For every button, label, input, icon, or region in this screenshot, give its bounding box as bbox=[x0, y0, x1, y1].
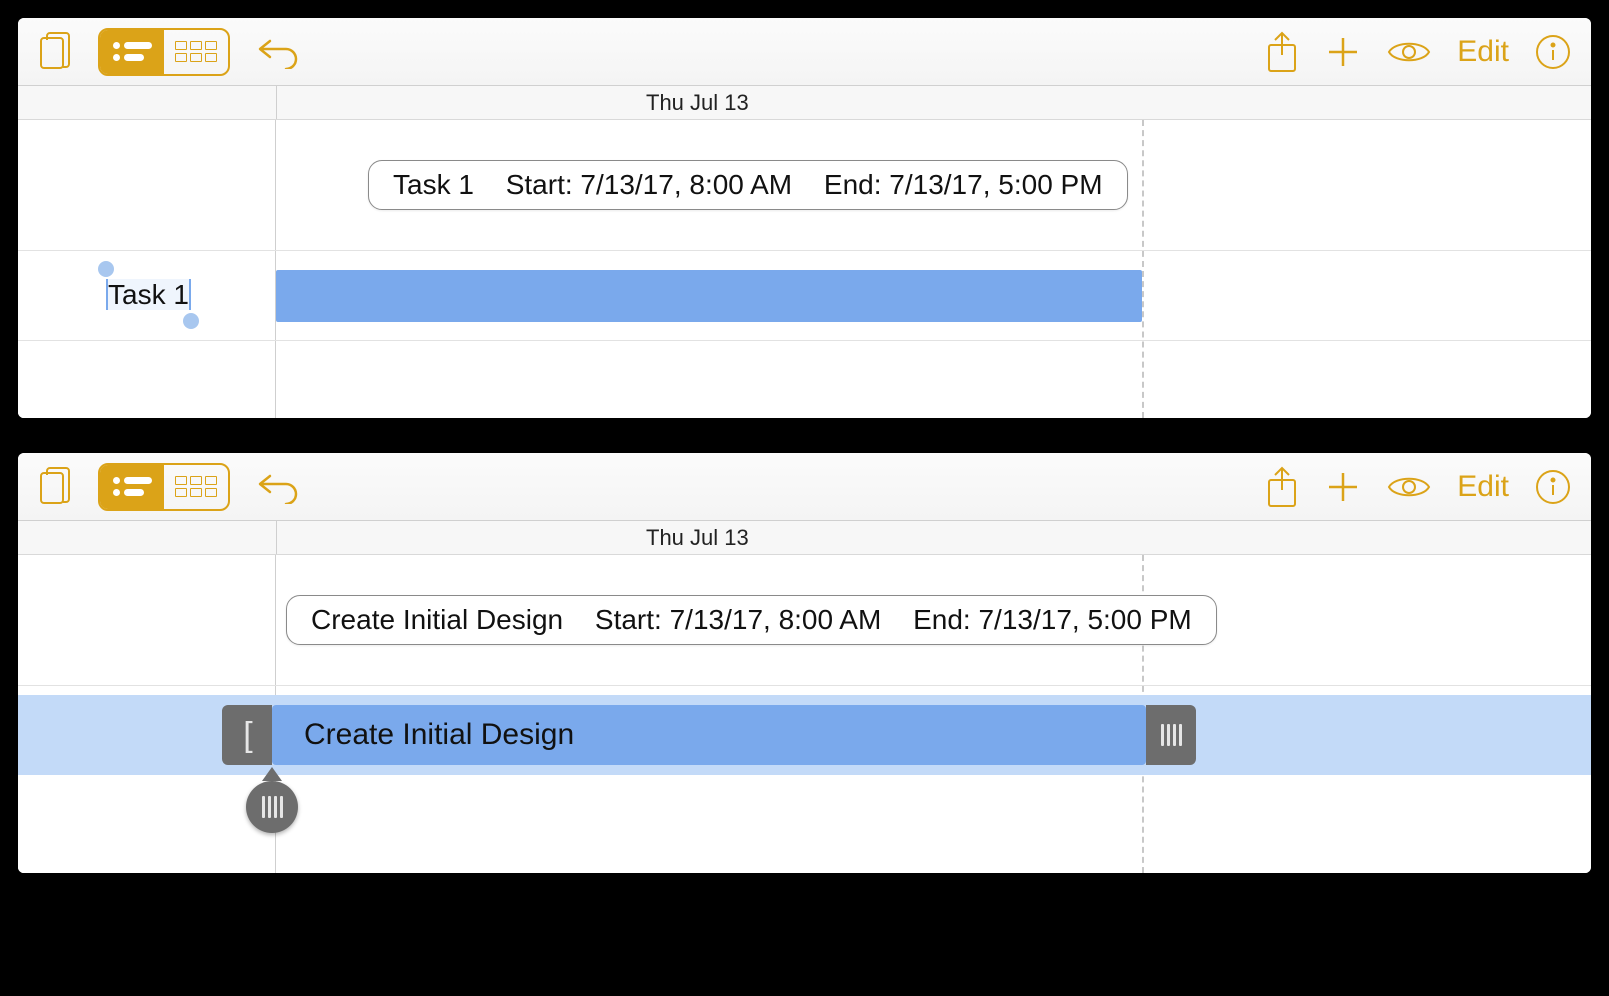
gantt-body: Create Initial Design Start: 7/13/17, 8:… bbox=[18, 555, 1591, 873]
task-bar[interactable] bbox=[276, 270, 1142, 322]
grip-lines-icon bbox=[262, 796, 283, 818]
share-icon[interactable] bbox=[1265, 466, 1299, 508]
view-mode-gantt[interactable] bbox=[100, 465, 164, 509]
view-mode-gantt[interactable] bbox=[100, 30, 164, 74]
eye-icon[interactable] bbox=[1387, 472, 1431, 502]
popover-end: End: 7/13/17, 5:00 PM bbox=[824, 169, 1103, 200]
task-name-editor[interactable]: Task 1 bbox=[106, 279, 191, 311]
add-icon[interactable] bbox=[1325, 469, 1361, 505]
text-selection-end-handle[interactable] bbox=[183, 313, 199, 329]
popover-task-name: Task 1 bbox=[393, 169, 474, 200]
view-mode-segmented[interactable] bbox=[98, 28, 230, 76]
view-mode-cards[interactable] bbox=[164, 30, 228, 74]
undo-icon[interactable] bbox=[256, 470, 300, 504]
date-header-text: Thu Jul 13 bbox=[646, 90, 749, 116]
left-handle-glyph: [ bbox=[243, 716, 250, 755]
gantt-panel-task-selected: Edit Thu Jul 13 Create Initial Design St… bbox=[18, 453, 1591, 873]
gantt-panel-editing-name: Edit Thu Jul 13 Task 1 Start: 7/13/17, 8… bbox=[18, 18, 1591, 418]
task-start-drag-handle[interactable]: [ bbox=[222, 705, 272, 765]
task-info-popover: Create Initial Design Start: 7/13/17, 8:… bbox=[286, 595, 1217, 645]
task-bar-selected[interactable]: [ Create Initial Design bbox=[222, 705, 1196, 765]
documents-icon[interactable] bbox=[38, 466, 72, 508]
text-selection-start-handle[interactable] bbox=[98, 261, 114, 277]
task-info-popover: Task 1 Start: 7/13/17, 8:00 AM End: 7/13… bbox=[368, 160, 1128, 210]
documents-icon[interactable] bbox=[38, 31, 72, 73]
popover-start: Start: 7/13/17, 8:00 AM bbox=[506, 169, 792, 200]
date-header-strip: Thu Jul 13 bbox=[18, 86, 1591, 120]
grip-lines-icon bbox=[1161, 724, 1182, 746]
gantt-body: Task 1 Start: 7/13/17, 8:00 AM End: 7/13… bbox=[18, 120, 1591, 418]
info-icon[interactable] bbox=[1535, 469, 1571, 505]
task-end-drag-handle[interactable] bbox=[1146, 705, 1196, 765]
task-bar-label: Create Initial Design bbox=[304, 718, 574, 752]
eye-icon[interactable] bbox=[1387, 37, 1431, 67]
popover-start: Start: 7/13/17, 8:00 AM bbox=[595, 604, 881, 635]
info-icon[interactable] bbox=[1535, 34, 1571, 70]
undo-icon[interactable] bbox=[256, 35, 300, 69]
toolbar: Edit bbox=[18, 453, 1591, 521]
popover-end: End: 7/13/17, 5:00 PM bbox=[913, 604, 1192, 635]
day-divider bbox=[1142, 120, 1144, 418]
task-bar-body[interactable]: Create Initial Design bbox=[272, 705, 1146, 765]
view-mode-cards[interactable] bbox=[164, 465, 228, 509]
task-outline-sidebar bbox=[18, 120, 276, 418]
task-name-text[interactable]: Task 1 bbox=[106, 279, 191, 310]
view-mode-segmented[interactable] bbox=[98, 463, 230, 511]
edit-button[interactable]: Edit bbox=[1457, 470, 1509, 504]
task-completion-drag-handle[interactable] bbox=[246, 781, 298, 833]
date-header-text: Thu Jul 13 bbox=[646, 525, 749, 551]
add-icon[interactable] bbox=[1325, 34, 1361, 70]
share-icon[interactable] bbox=[1265, 31, 1299, 73]
edit-button[interactable]: Edit bbox=[1457, 35, 1509, 69]
toolbar: Edit bbox=[18, 18, 1591, 86]
date-header-strip: Thu Jul 13 bbox=[18, 521, 1591, 555]
popover-task-name: Create Initial Design bbox=[311, 604, 563, 635]
